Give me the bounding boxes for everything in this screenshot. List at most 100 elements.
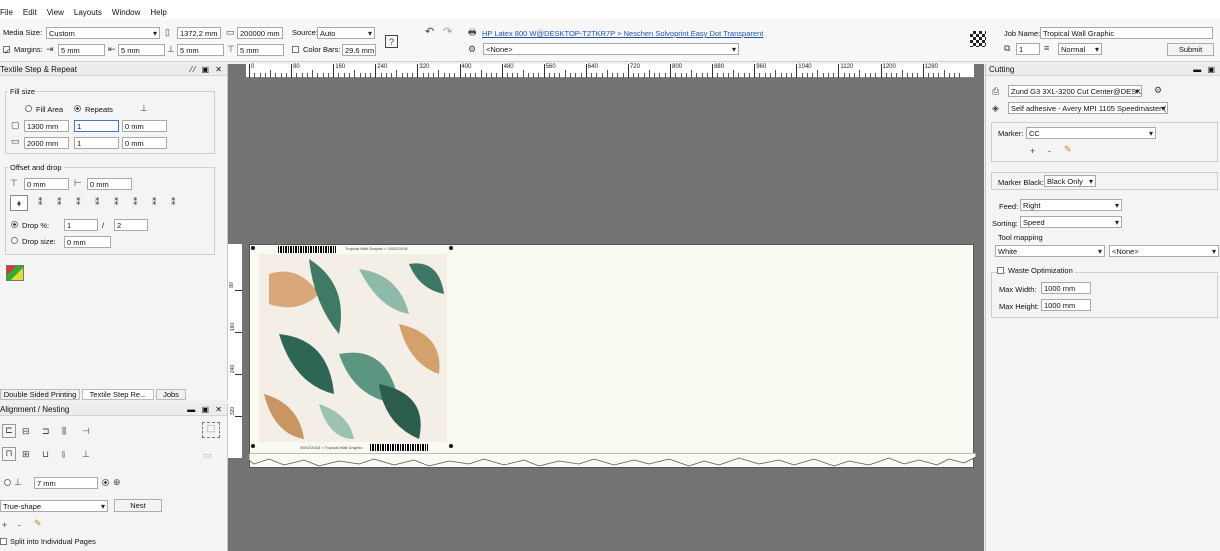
add-icon[interactable]: +	[2, 520, 7, 530]
color-bars-checkbox[interactable]	[292, 46, 299, 53]
layout-pattern-icon[interactable]: ⁑	[95, 197, 100, 207]
media-sheet[interactable]: Tropical Wall Graphic > 10/02/2018 09/02…	[249, 244, 976, 468]
tile-width-field[interactable]: 1300 mm	[24, 120, 69, 132]
layout-pattern-icon[interactable]: ⁑	[38, 197, 43, 207]
margin-right-field[interactable]: 5 mm	[118, 44, 165, 56]
tile-thumbnail[interactable]	[6, 265, 24, 281]
menu-window[interactable]: Window	[112, 8, 140, 17]
tropical-artwork[interactable]	[259, 254, 447, 442]
max-width-field[interactable]: 1000 mm	[1041, 282, 1091, 294]
offset-y-field[interactable]: 0 mm	[87, 178, 132, 190]
nest-shape-select[interactable]: True-shape	[0, 500, 108, 512]
margin-top-field[interactable]: 5 mm	[177, 44, 224, 56]
edit-pencil-icon[interactable]: ✎	[34, 518, 42, 528]
layout-pattern-icon[interactable]: ⁑	[76, 197, 81, 207]
settings-gear-icon[interactable]: ⚙	[1154, 85, 1162, 95]
drop-size-radio[interactable]	[11, 237, 18, 244]
cutter-device-select[interactable]: Zund G3 3XL-3200 Cut Center@DESK1	[1008, 85, 1142, 97]
align-left-icon[interactable]: ⊏	[2, 424, 16, 438]
distribute-h-icon[interactable]: ⫼	[62, 426, 66, 436]
align-center-icon[interactable]: ⊟	[22, 426, 30, 436]
layout-pattern-icon[interactable]: ⁑	[152, 197, 157, 207]
printer-link[interactable]: HP Latex 800 W@DESKTOP-T2TKR7P > Neschen…	[482, 29, 763, 38]
marker-select[interactable]: CC	[1026, 127, 1156, 139]
printer-icon[interactable]: 🖶	[468, 27, 477, 37]
job-name-field[interactable]: Tropical Wall Graphic	[1040, 27, 1213, 39]
waste-optimization-checkbox[interactable]	[997, 267, 1004, 274]
tool-white-select[interactable]: White	[995, 245, 1105, 257]
margin-left-field[interactable]: 5 mm	[58, 44, 105, 56]
drop-pct-radio[interactable]	[11, 221, 18, 228]
help-icon[interactable]: ?	[385, 35, 398, 48]
space-v-icon[interactable]: ⊥	[82, 449, 90, 459]
fill-area-radio[interactable]	[25, 105, 32, 112]
priority-select[interactable]: Normal	[1058, 43, 1102, 55]
repeats-radio[interactable]	[74, 105, 81, 112]
gap-y-field[interactable]: 0 mm	[122, 137, 167, 149]
copies-field[interactable]: 1	[1016, 43, 1040, 55]
grid-radio[interactable]	[102, 479, 109, 486]
media-length-field[interactable]: 200000 mm	[237, 27, 283, 39]
sorting-select[interactable]: Speed	[1020, 216, 1122, 228]
align-right-icon[interactable]: ⊐	[42, 426, 50, 436]
space-h-icon[interactable]: ⫾	[62, 449, 65, 459]
remove-marker-icon[interactable]: -	[1048, 146, 1051, 156]
distribute-v-icon[interactable]: ⊣	[82, 426, 90, 436]
margins-checkbox[interactable]: ✓	[3, 46, 10, 56]
panel-controls-icon[interactable]: ▬ ▣ ✕	[187, 404, 224, 416]
layout-pattern-icon[interactable]: ⁑	[114, 197, 119, 207]
drop-den-field[interactable]: 2	[114, 219, 148, 231]
repeat-x-field[interactable]: 1	[74, 120, 119, 132]
edit-marker-icon[interactable]: ✎	[1064, 144, 1072, 154]
align-bottom-icon[interactable]: ⊔	[42, 449, 49, 459]
tab-textile[interactable]: Textile Step Re...	[82, 389, 154, 400]
menu-layouts[interactable]: Layouts	[74, 8, 102, 17]
tab-jobs[interactable]: Jobs	[156, 389, 186, 400]
menu-edit[interactable]: Edit	[23, 8, 37, 17]
add-marker-icon[interactable]: +	[1030, 146, 1035, 156]
layout-pattern-icon[interactable]: ⁑	[171, 197, 176, 207]
media-width-field[interactable]: 1372,2 mm	[177, 27, 221, 39]
panel-controls-icon[interactable]: ⁄⁄ ▣ ✕	[191, 64, 224, 76]
checkered-flag-icon[interactable]	[970, 31, 986, 47]
repeat-y-field[interactable]: 1	[74, 137, 119, 149]
tab-double-sided[interactable]: Double Sided Printing	[0, 389, 80, 400]
align-middle-icon[interactable]: ⊞	[22, 449, 30, 459]
remove-icon[interactable]: -	[18, 520, 21, 530]
menu-file[interactable]: File	[0, 8, 13, 17]
profile-select[interactable]: <None>	[483, 43, 739, 55]
redo-icon[interactable]: ↷	[443, 27, 452, 38]
layout-pattern-icon[interactable]: ⁑	[57, 197, 62, 207]
align-top-icon[interactable]: ⊓	[2, 447, 16, 461]
menu-view[interactable]: View	[47, 8, 64, 17]
drop-size-field[interactable]: 0 mm	[64, 236, 111, 248]
max-height-field[interactable]: 1000 mm	[1041, 299, 1091, 311]
undo-icon[interactable]: ↶	[425, 27, 434, 38]
tile-height-field[interactable]: 2000 mm	[24, 137, 69, 149]
media-size-select[interactable]: Custom	[46, 27, 160, 39]
nest-button[interactable]: Nest	[114, 499, 162, 512]
ruler-minor-tick	[343, 73, 345, 78]
keyboard-icon[interactable]: ▭	[203, 450, 212, 460]
submit-button[interactable]: Submit	[1167, 43, 1214, 56]
spacing-radio[interactable]	[4, 479, 11, 486]
source-select[interactable]: Auto	[317, 27, 375, 39]
feed-select[interactable]: Right	[1020, 199, 1122, 211]
menu-help[interactable]: Help	[150, 8, 166, 17]
layout-pattern-icon[interactable]: ⁑	[133, 197, 138, 207]
ruler-minor-tick	[875, 73, 877, 78]
gap-x-field[interactable]: 0 mm	[122, 120, 167, 132]
color-bars-field[interactable]: 29.6 mm	[342, 44, 376, 56]
cut-media-select[interactable]: Self adhesive - Avery MPI 1105 Speedmast…	[1008, 102, 1168, 114]
drop-num-field[interactable]: 1	[64, 219, 98, 231]
tool-none-select[interactable]: <None>	[1109, 245, 1219, 257]
margin-bottom-field[interactable]: 5 mm	[237, 44, 284, 56]
repeat-align-icon[interactable]: ⊥	[140, 103, 148, 113]
offset-x-field[interactable]: 0 mm	[24, 178, 69, 190]
layout-mode-icon[interactable]: ⬧	[10, 195, 28, 211]
split-pages-checkbox[interactable]	[0, 538, 7, 545]
marker-black-select[interactable]: Black Only	[1044, 175, 1096, 187]
panel-controls-icon[interactable]: ▬ ▣	[1193, 64, 1217, 76]
fit-icon[interactable]: ⬚	[202, 422, 220, 438]
spacing-field[interactable]: 7 mm	[34, 477, 98, 489]
